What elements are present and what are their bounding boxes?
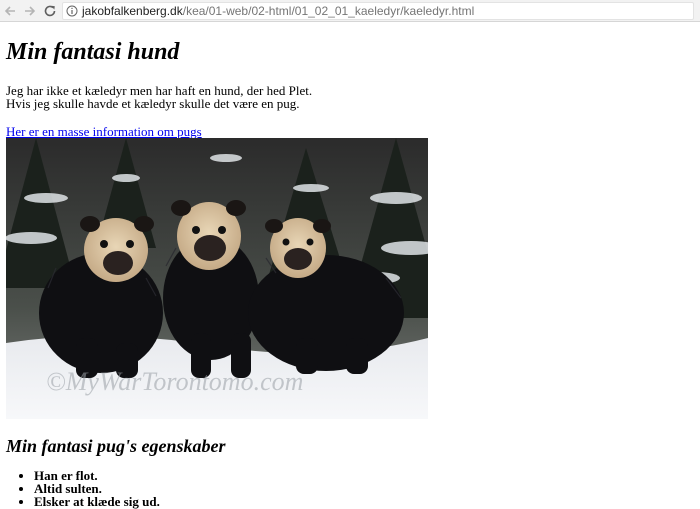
url-path: /kea/01-web/02-html/01_02_01_kaeledyr/ka… (182, 3, 475, 18)
list-item: Elsker at klæde sig ud. (34, 495, 694, 508)
traits-list: Han er flot. Altid sulten. Elsker at klæ… (6, 469, 694, 508)
info-icon[interactable] (66, 5, 78, 17)
reload-icon (44, 5, 56, 16)
page-content: Min fantasi hund Jeg har ikke et kæledyr… (0, 38, 700, 508)
intro-line-2: Hvis jeg skulle havde et kæledyr skulle … (6, 96, 300, 111)
arrow-left-icon (4, 5, 15, 16)
reload-button[interactable] (40, 1, 60, 21)
traits-heading: Min fantasi pug's egenskaber (6, 436, 226, 456)
pug-info-paragraph: Her er en masse information om pugs (6, 125, 694, 138)
image-watermark: ©MyWarTorontomo.com (46, 367, 303, 396)
url-host: jakobfalkenberg.dk (82, 3, 183, 18)
list-item: Han er flot. (34, 469, 694, 482)
pug-info-link[interactable]: Her er en masse information om pugs (6, 124, 202, 139)
page-title: Min fantasi hund (6, 39, 180, 65)
browser-toolbar: jakobfalkenberg.dk/kea/01-web/02-html/01… (0, 0, 700, 22)
intro-paragraph: Jeg har ikke et kæledyr men har haft en … (6, 84, 694, 110)
pugs-in-snow-image: ©MyWarTorontomo.com (6, 138, 428, 419)
back-button[interactable] (0, 1, 20, 21)
address-bar[interactable]: jakobfalkenberg.dk/kea/01-web/02-html/01… (62, 1, 694, 20)
forward-button[interactable] (20, 1, 40, 21)
arrow-right-icon (25, 5, 36, 16)
